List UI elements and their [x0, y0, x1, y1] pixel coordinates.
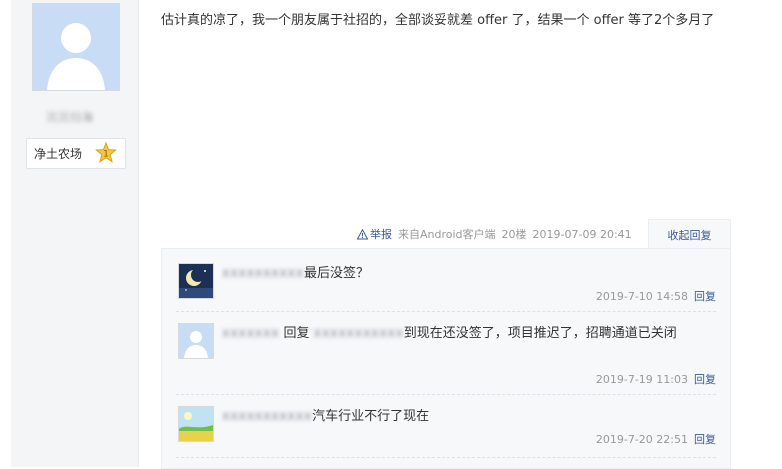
report-label: 举报 [370, 228, 392, 241]
warning-icon [357, 228, 368, 239]
reply-button[interactable]: 回复 [694, 373, 716, 386]
reply-avatar[interactable] [178, 406, 214, 442]
reply-button[interactable]: 回复 [694, 433, 716, 446]
reply-divider [176, 457, 716, 458]
reply-author[interactable]: xxxxxxx [222, 326, 279, 341]
report-button[interactable]: 举报 [357, 226, 392, 242]
reply-content: xxxxxxxxxxx汽车行业不行了现在 [222, 406, 716, 427]
reply-content: xxxxxxx 回复 xxxxxxxxxxx到现在还没签了，项目推迟了，招聘通道… [222, 323, 716, 344]
collapse-replies-button[interactable]: 收起回复 [648, 219, 731, 250]
reply-timestamp: 2019-7-19 11:03 [595, 373, 688, 386]
reply-text: 最后没签？ [303, 266, 369, 281]
level-badge: 净土农场 1 [26, 138, 126, 169]
reply-button[interactable]: 回复 [694, 290, 716, 303]
reply-timestamp: 2019-7-10 14:58 [595, 290, 688, 303]
reply-author[interactable]: xxxxxxxxxxx [222, 409, 312, 424]
reply-meta: 2019-7-19 11:03 回复 [596, 371, 716, 387]
username[interactable]: 沉沉归海 [46, 109, 106, 124]
reply-avatar[interactable] [178, 323, 214, 359]
post-source: 来自Android客户端 [398, 228, 496, 241]
green-field-avatar-icon [179, 407, 213, 441]
reply-to-word: 回复 [283, 326, 310, 341]
moon-night-avatar-icon [179, 264, 213, 298]
star-level-icon: 1 [95, 142, 117, 163]
user-sidebar: 沉沉归海 净土农场 1 [11, 0, 139, 467]
reply-target[interactable]: xxxxxxxxxxx [314, 326, 404, 341]
reply-timestamp: 2019-7-20 22:51 [595, 433, 688, 446]
post-content: 估计真的凉了，我一个朋友属于社招的，全部谈妥就差 offer 了，结果一个 of… [161, 13, 715, 28]
default-avatar-icon [33, 4, 119, 90]
reply-meta: 2019-7-20 22:51 回复 [596, 431, 716, 447]
reply-divider [176, 311, 716, 312]
post-timestamp: 2019-07-09 20:41 [532, 227, 632, 241]
user-avatar[interactable] [32, 3, 120, 91]
post-floor: 20楼 [501, 228, 527, 241]
level-name: 净土农场 [34, 147, 83, 161]
reply-avatar[interactable] [178, 263, 214, 299]
post-meta: 举报 来自Android客户端 20楼 2019-07-09 20:41 [357, 225, 638, 243]
reply-author[interactable]: xxxxxxxxxx [222, 266, 304, 281]
reply-list: xxxxxxxxxx最后没签？ 2019-7-10 14:58 回复 xxxxxx… [161, 248, 731, 469]
reply-content: xxxxxxxxxx最后没签？ [222, 263, 716, 284]
level-number: 1 [103, 150, 109, 160]
reply-divider [176, 394, 716, 395]
default-avatar-icon [179, 324, 213, 358]
reply-meta: 2019-7-10 14:58 回复 [596, 288, 716, 304]
reply-text: 汽车行业不行了现在 [312, 409, 430, 424]
reply-text: 到现在还没签了，项目推迟了，招聘通道已关闭 [403, 326, 677, 341]
